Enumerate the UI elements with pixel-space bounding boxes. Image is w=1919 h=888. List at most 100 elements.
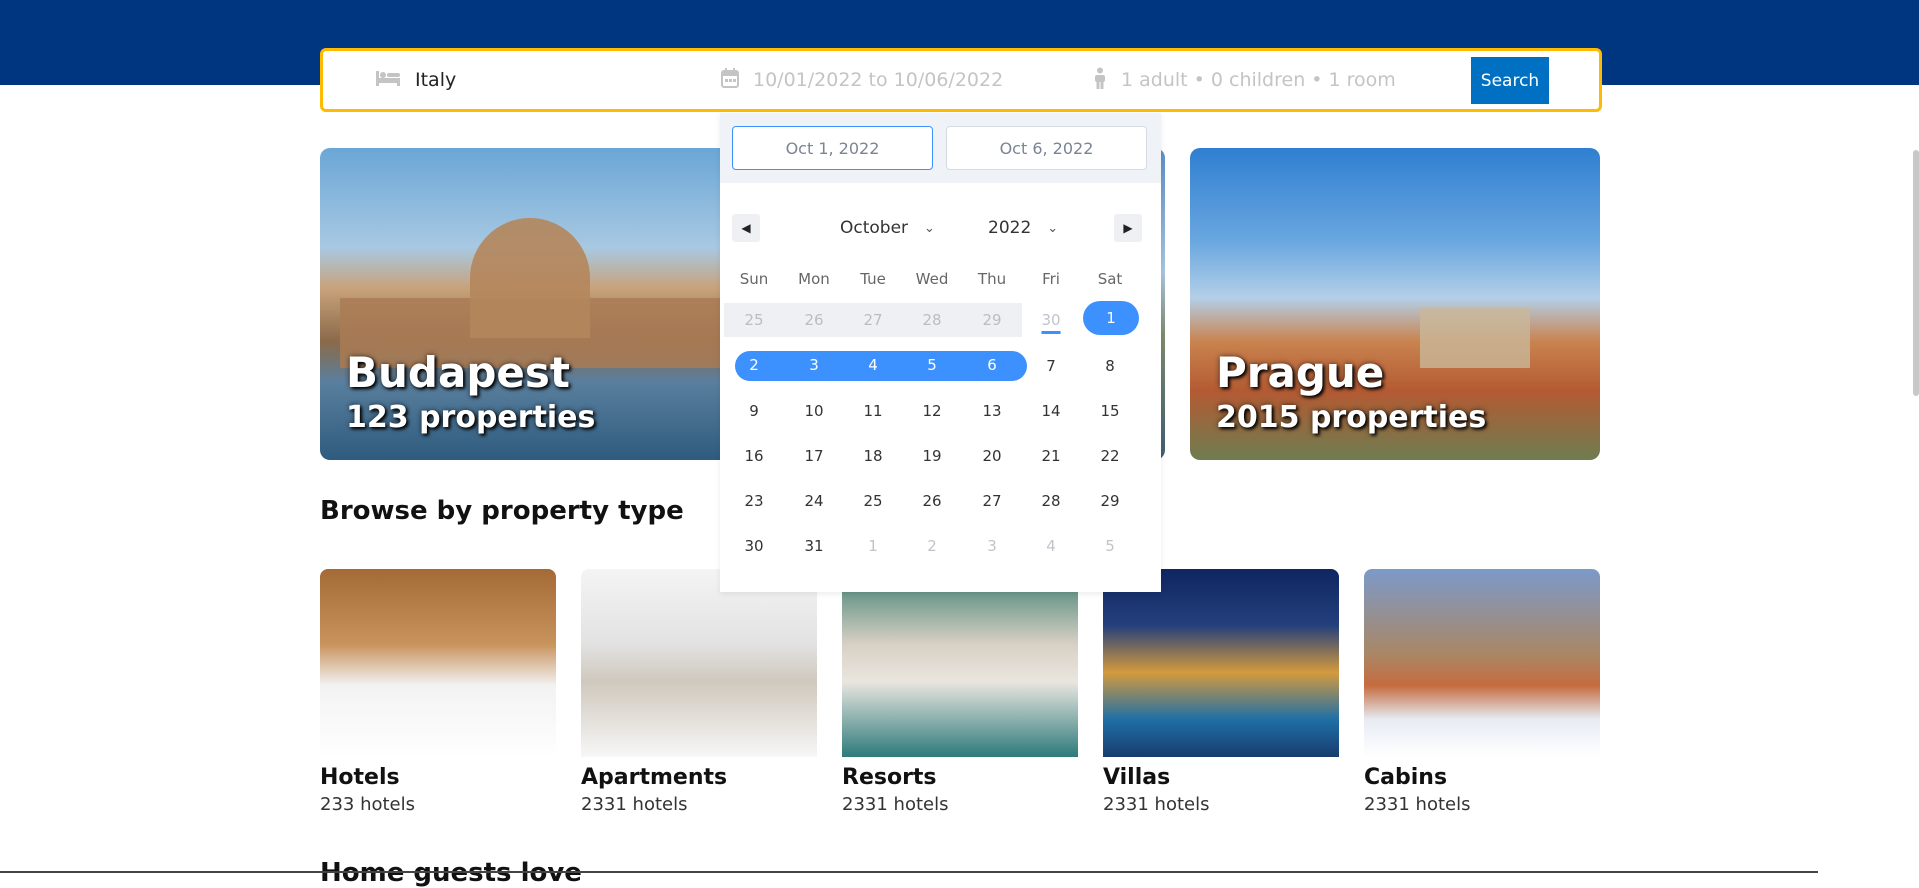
calendar-day[interactable]: 9 (724, 394, 784, 428)
property-type-count: 2331 hotels (842, 794, 949, 815)
calendar-day[interactable]: 2 (724, 350, 784, 380)
weekday-label: Sun (739, 270, 769, 288)
city-name: Budapest (346, 348, 570, 397)
property-type-image (320, 569, 556, 757)
calendar-day[interactable]: 7 (1021, 349, 1081, 383)
property-type-count: 233 hotels (320, 794, 416, 815)
city-photo-detail (470, 218, 590, 338)
calendar-day[interactable]: 26 (902, 484, 962, 518)
calendar-day[interactable]: 30 (1021, 303, 1081, 337)
property-type-card[interactable]: Resorts 2331 hotels (842, 569, 1078, 815)
calendar-day[interactable]: 25 (843, 484, 903, 518)
property-type-card[interactable]: Cabins 2331 hotels (1364, 569, 1600, 815)
city-photo-detail (1420, 308, 1530, 368)
weekday-label: Tue (860, 270, 886, 288)
calendar-day[interactable]: 15 (1080, 394, 1140, 428)
calendar-day[interactable]: 8 (1080, 349, 1140, 383)
property-type-count: 2331 hotels (1103, 794, 1210, 815)
property-type-card[interactable]: Apartments 2331 hotels (581, 569, 817, 815)
property-type-image (581, 569, 817, 757)
calendar-day[interactable]: 12 (902, 394, 962, 428)
month-select[interactable]: October ⌄ (840, 213, 935, 243)
calendar-day[interactable]: 22 (1080, 439, 1140, 473)
city-card-prague[interactable]: Prague 2015 properties (1190, 148, 1600, 460)
weekday-label: Wed (915, 270, 949, 288)
year-select[interactable]: 2022 ⌄ (988, 213, 1058, 243)
calendar-day[interactable]: 3 (784, 350, 844, 380)
guests-value: 1 adult • 0 children • 1 room (1121, 69, 1396, 91)
calendar-day[interactable]: 25 (724, 303, 784, 337)
calendar-day[interactable]: 28 (1021, 484, 1081, 518)
calendar-day[interactable]: 5 (1080, 529, 1140, 563)
month-value: October (840, 218, 909, 238)
property-type-count: 2331 hotels (581, 794, 688, 815)
chevron-down-icon: ⌄ (1047, 220, 1059, 236)
date-picker: Oct 1, 2022 Oct 6, 2022 ◀ October ⌄ 2022… (720, 113, 1161, 592)
calendar-day[interactable]: 28 (902, 303, 962, 337)
property-type-name: Apartments (581, 765, 728, 790)
weekday-label: Thu (977, 270, 1007, 288)
calendar-day[interactable]: 18 (843, 439, 903, 473)
date-picker-header: Oct 1, 2022 Oct 6, 2022 (720, 113, 1161, 183)
calendar-day[interactable]: 20 (962, 439, 1022, 473)
end-date-input[interactable]: Oct 6, 2022 (946, 126, 1147, 170)
calendar-day[interactable]: 2 (902, 529, 962, 563)
guests-field[interactable]: 1 adult • 0 children • 1 room (1093, 51, 1396, 109)
city-property-count: 123 properties (346, 400, 596, 435)
calendar-icon (721, 67, 739, 93)
weekday-label: Sat (1097, 270, 1123, 288)
calendar-day[interactable]: 13 (962, 394, 1022, 428)
calendar-day[interactable]: 27 (843, 303, 903, 337)
calendar-day[interactable]: 4 (1021, 529, 1081, 563)
destination-value: Italy (415, 69, 457, 91)
destination-field[interactable]: Italy (375, 51, 456, 109)
calendar-day[interactable]: 29 (962, 303, 1022, 337)
property-type-count: 2331 hotels (1364, 794, 1471, 815)
date-range-field[interactable]: 10/01/2022 to 10/06/2022 (721, 51, 1003, 109)
city-card-budapest[interactable]: Budapest 123 properties (320, 148, 768, 460)
calendar-day[interactable]: 17 (784, 439, 844, 473)
calendar-day[interactable]: 10 (784, 394, 844, 428)
city-name: Prague (1216, 348, 1385, 397)
calendar-day[interactable]: 19 (902, 439, 962, 473)
calendar-day[interactable]: 27 (962, 484, 1022, 518)
bed-icon (375, 69, 401, 92)
date-range-value: 10/01/2022 to 10/06/2022 (753, 69, 1004, 91)
weekday-label: Mon (798, 270, 830, 288)
property-type-name: Hotels (320, 765, 400, 790)
calendar-day[interactable]: 14 (1021, 394, 1081, 428)
start-date-input[interactable]: Oct 1, 2022 (732, 126, 933, 170)
calendar-day[interactable]: 4 (843, 350, 903, 380)
calendar-day[interactable]: 30 (724, 529, 784, 563)
calendar-day[interactable]: 24 (784, 484, 844, 518)
calendar-day[interactable]: 11 (843, 394, 903, 428)
calendar-day[interactable]: 6 (962, 350, 1022, 380)
property-type-name: Villas (1103, 765, 1171, 790)
search-button[interactable]: Search (1471, 57, 1549, 104)
property-type-image (842, 569, 1078, 757)
calendar-day[interactable]: 1 (843, 529, 903, 563)
page-scrollbar[interactable] (1913, 150, 1919, 396)
calendar-day[interactable]: 3 (962, 529, 1022, 563)
property-type-card[interactable]: Villas 2331 hotels (1103, 569, 1339, 815)
property-type-image (1364, 569, 1600, 757)
calendar-day[interactable]: 31 (784, 529, 844, 563)
property-type-card[interactable]: Hotels 233 hotels (320, 569, 556, 815)
calendar-day[interactable]: 29 (1080, 484, 1140, 518)
calendar-day[interactable]: 1 (1083, 301, 1139, 335)
chevron-down-icon: ⌄ (924, 220, 935, 236)
weekday-label: Fri (1042, 270, 1060, 288)
person-icon (1093, 67, 1107, 94)
property-type-name: Resorts (842, 765, 937, 790)
caret-right-icon: ▶ (1123, 221, 1133, 235)
next-month-button[interactable]: ▶ (1114, 214, 1142, 242)
calendar-day[interactable]: 21 (1021, 439, 1081, 473)
calendar-day[interactable]: 16 (724, 439, 784, 473)
calendar-day[interactable]: 23 (724, 484, 784, 518)
previous-month-button[interactable]: ◀ (732, 214, 760, 242)
calendar-day[interactable]: 5 (902, 350, 962, 380)
search-bar: Italy 10/01/2022 to 10/06/2022 1 adult •… (320, 48, 1602, 112)
property-type-image (1103, 569, 1339, 757)
caret-left-icon: ◀ (741, 221, 751, 235)
calendar-day[interactable]: 26 (784, 303, 844, 337)
